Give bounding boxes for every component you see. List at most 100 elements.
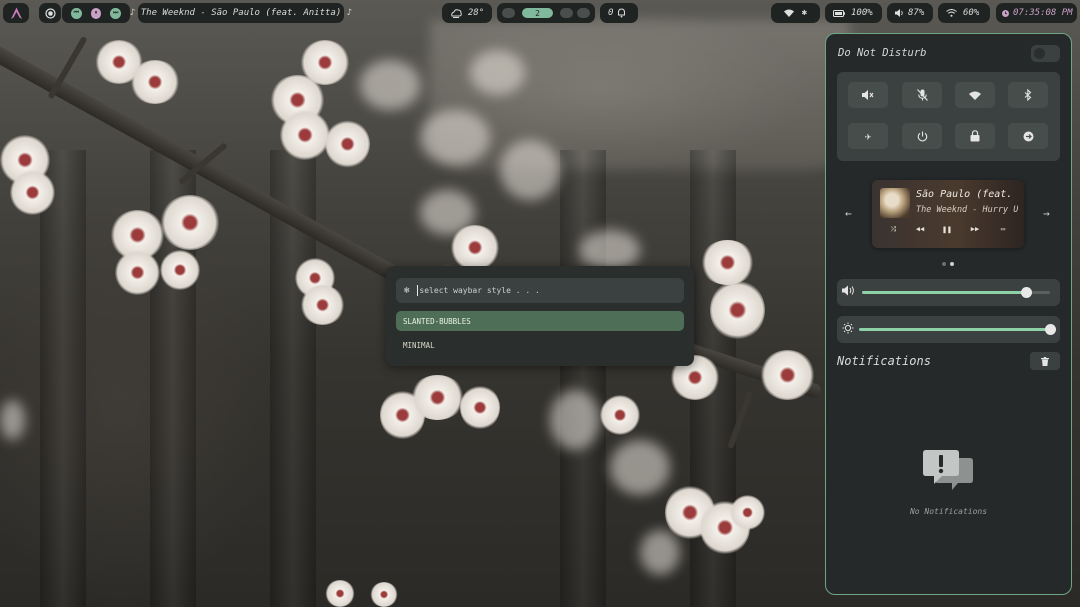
no-notifications-text: No Notifications (909, 507, 988, 516)
brightness-slider-row (837, 316, 1060, 343)
network-widget[interactable]: 60% (938, 3, 990, 23)
page-dot-active[interactable] (950, 262, 954, 266)
workspace-active-label: 2 (535, 8, 540, 18)
notification-count: 0 (608, 8, 614, 18)
text-caret (417, 285, 419, 296)
picker-option-slanted-bubbles[interactable]: SLANTED-BUBBLES (396, 311, 684, 331)
volume-icon (895, 9, 904, 17)
system-tray: ✱ (771, 3, 820, 23)
brightness-icon (842, 322, 854, 337)
volume-slider-fill (862, 291, 1026, 294)
notification-counter[interactable]: 0 (600, 3, 638, 23)
wallpaper-plank (560, 150, 606, 607)
track-artist: The Weeknd - Hurry Up Tomorrow (916, 205, 1018, 215)
snowflake-icon: ❄ (404, 285, 410, 296)
now-playing-text: ♪ The Weeknd - São Paulo (feat. Anitta) … (129, 8, 353, 18)
launcher-button[interactable] (3, 3, 29, 23)
track-title: São Paulo (feat. Anitta) (916, 189, 1018, 200)
picker-option-label: SLANTED-BUBBLES (403, 316, 471, 326)
repeat-icon[interactable]: ▭ (996, 225, 1010, 233)
media-player-card: São Paulo (feat. Anitta) The Weeknd - Hu… (872, 180, 1024, 248)
wifi-button[interactable] (955, 82, 995, 108)
power-button[interactable] (902, 123, 942, 149)
bluetooth-button[interactable] (1008, 82, 1048, 108)
notifications-title: Notifications (837, 354, 931, 368)
power-icon (917, 131, 928, 142)
now-playing[interactable]: ♪ The Weeknd - São Paulo (feat. Anitta) … (130, 3, 352, 23)
wallpaper-plank (40, 150, 86, 607)
skip-previous-icon[interactable]: ⏮ (71, 7, 82, 19)
mic-mute-icon (916, 89, 928, 101)
record-button[interactable] (39, 3, 61, 23)
pause-icon[interactable]: ⏸ (90, 7, 102, 19)
clock-widget[interactable]: 07:35:08 PM (996, 3, 1077, 23)
arrow-right-icon[interactable]: → (1043, 207, 1050, 220)
workspaces: 2 (497, 3, 595, 23)
dnd-toggle-knob (1034, 48, 1045, 59)
clear-notifications-button[interactable] (1030, 352, 1060, 370)
lock-button[interactable] (955, 123, 995, 149)
volume-widget[interactable]: 87% (887, 3, 933, 23)
waybar-style-picker: ❄ select waybar style . . . SLANTED-BUBB… (386, 266, 694, 366)
volume-mute-icon (862, 90, 874, 100)
bluetooth-icon (1024, 89, 1032, 101)
arch-logo-icon (10, 7, 23, 20)
workspace-1[interactable] (502, 8, 515, 18)
battery-widget[interactable]: 100% (825, 3, 882, 23)
logout-button[interactable] (1008, 123, 1048, 149)
bluetooth-icon[interactable]: ✱ (802, 8, 807, 18)
rewind-icon[interactable]: ◀◀ (913, 225, 927, 233)
dnd-toggle[interactable] (1031, 45, 1060, 62)
logout-icon (1023, 131, 1034, 142)
volume-slider[interactable] (862, 287, 1050, 298)
media-controls: ⏮ ⏸ ⏭ (62, 3, 130, 23)
workspace-4[interactable] (577, 8, 590, 18)
fast-forward-icon[interactable]: ▶▶ (968, 225, 982, 233)
notification-alert-icon (922, 448, 974, 496)
skip-next-icon[interactable]: ⏭ (110, 7, 122, 19)
volume-slider-handle[interactable] (1020, 287, 1032, 298)
trash-icon (1041, 356, 1049, 366)
lock-icon (970, 130, 980, 142)
airplane-mode-button[interactable]: ✈ (848, 123, 888, 149)
wifi-icon (946, 9, 957, 17)
record-icon (44, 7, 56, 19)
volume-value: 87% (908, 8, 925, 18)
wifi-icon (969, 91, 981, 100)
clock-value: 07:35:08 PM (1013, 8, 1073, 18)
clock-icon (1002, 9, 1009, 17)
workspace-3[interactable] (560, 8, 574, 18)
battery-value: 100% (851, 8, 873, 18)
workspace-active[interactable]: 2 (521, 8, 554, 18)
mic-mute-button[interactable] (902, 82, 942, 108)
picker-option-minimal[interactable]: MINIMAL (396, 335, 684, 355)
pause-icon[interactable]: ❚❚ (940, 225, 954, 234)
arrow-left-icon[interactable]: ← (845, 207, 852, 220)
volume-slider-row (837, 279, 1060, 306)
wallpaper-roof (430, 20, 850, 170)
speaker-icon (842, 285, 856, 299)
weather-icon (450, 8, 462, 18)
weather-widget[interactable]: 28° (442, 3, 492, 23)
quick-settings: ✈ (837, 72, 1060, 161)
player-page-indicator (942, 262, 954, 266)
temperature-value: 28° (467, 8, 485, 18)
album-art (880, 188, 910, 218)
brightness-slider[interactable] (859, 324, 1056, 335)
picker-option-label: MINIMAL (403, 340, 435, 350)
brightness-slider-fill (859, 328, 1050, 331)
style-search-input[interactable]: ❄ select waybar style . . . (396, 278, 684, 303)
style-search-placeholder: select waybar style . . . (419, 286, 540, 295)
network-value: 60% (963, 8, 980, 18)
page-dot[interactable] (942, 262, 946, 266)
wifi-icon[interactable] (783, 9, 794, 17)
shuffle-button[interactable]: ⤨ (886, 225, 900, 234)
brightness-slider-handle[interactable] (1045, 324, 1056, 335)
dnd-label: Do Not Disturb (838, 47, 927, 59)
bell-icon (617, 8, 626, 18)
control-center: Do Not Disturb ✈ ← → São Paulo (feat. Th… (825, 33, 1072, 595)
battery-icon (833, 9, 845, 17)
airplane-mode-icon: ✈ (864, 129, 872, 143)
shuffle-icon: ⤨ (890, 225, 896, 233)
volume-mute-button[interactable] (848, 82, 888, 108)
